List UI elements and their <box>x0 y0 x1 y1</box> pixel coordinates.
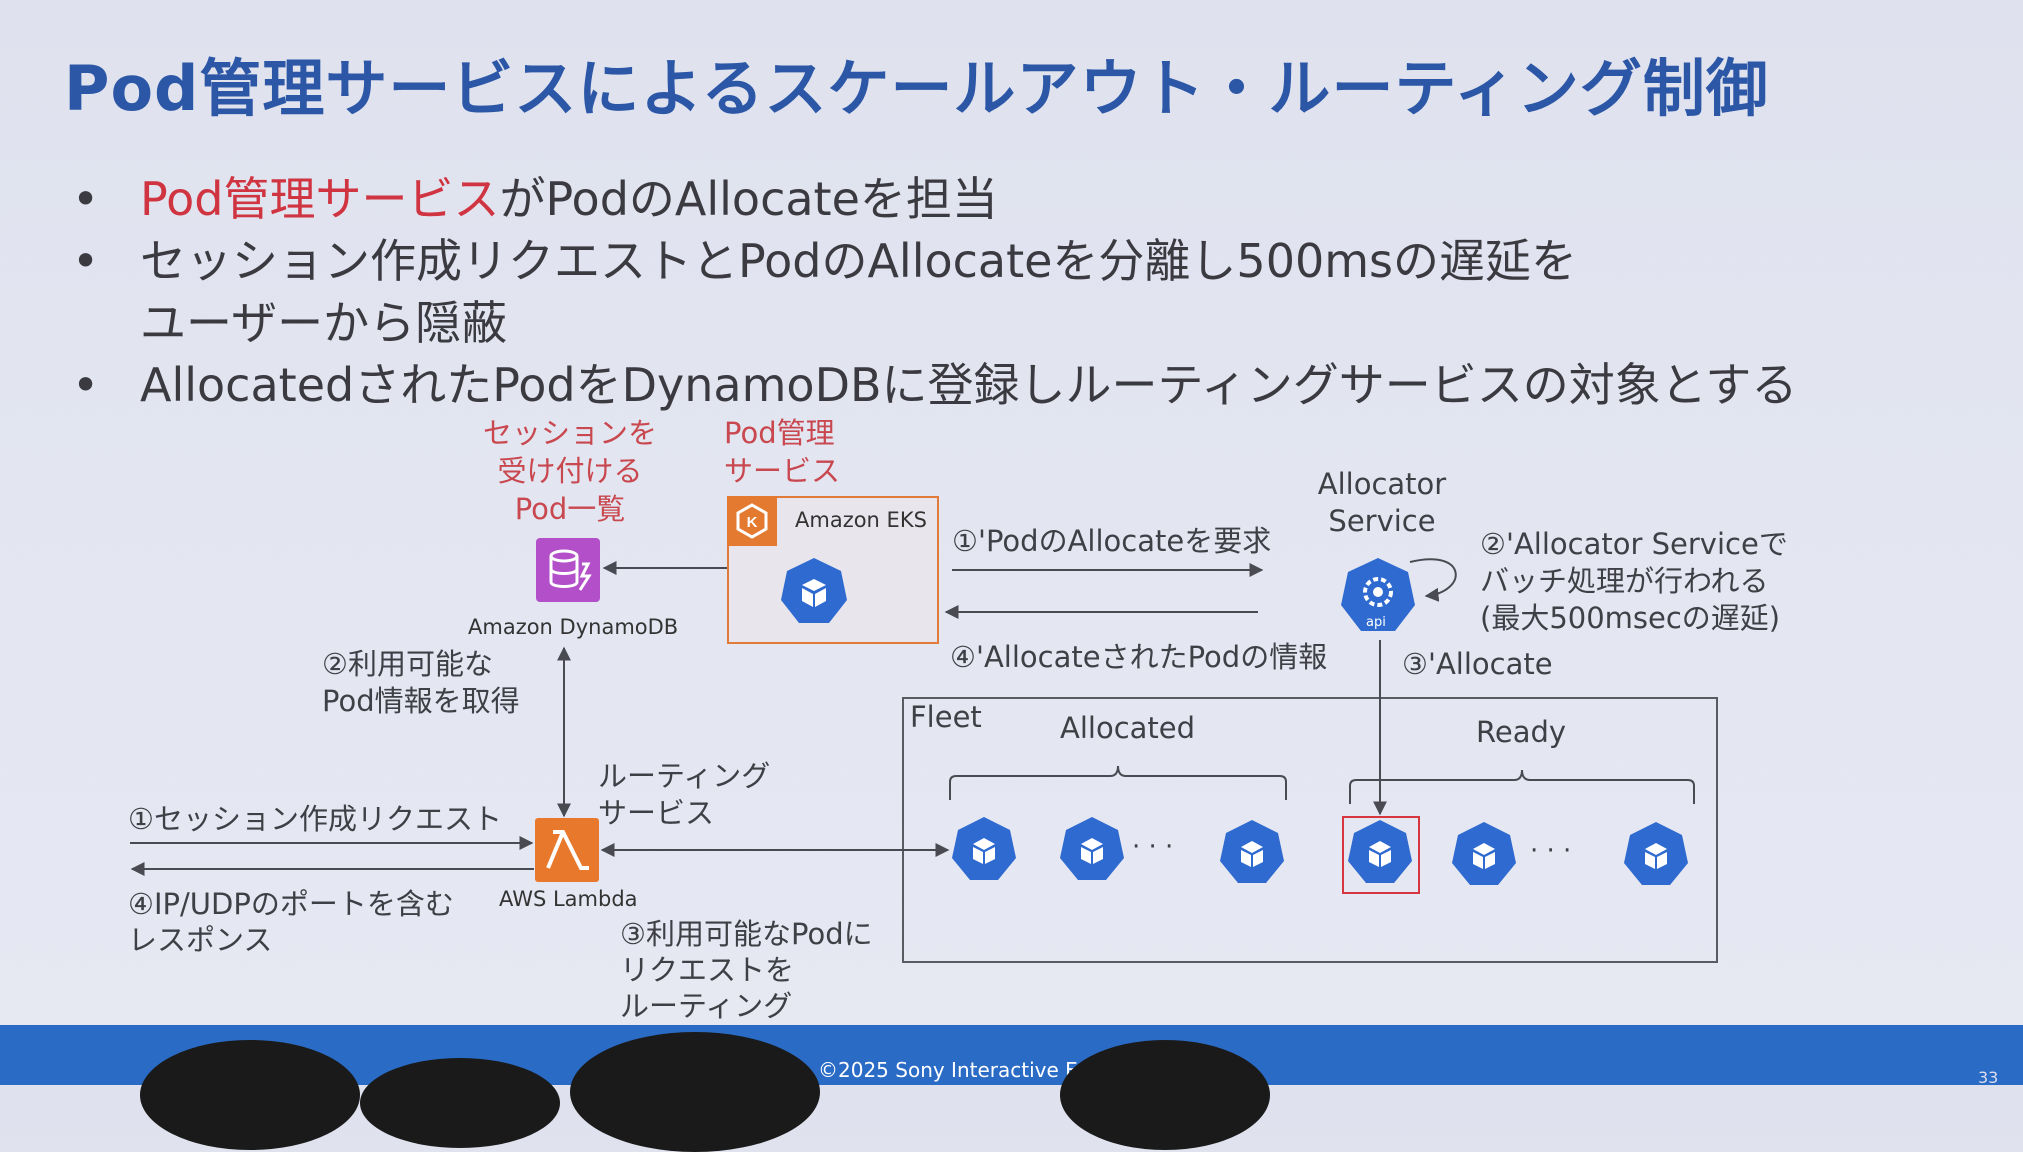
session-pod-list-label: セッションを 受け付ける Pod一覧 <box>470 414 670 528</box>
api-label: api <box>1366 615 1386 630</box>
step-3-line-1: ③利用可能なPodに <box>620 917 873 951</box>
kubernetes-pod-icon <box>1220 820 1284 883</box>
audience-head <box>140 1040 360 1150</box>
routing-service-label: ルーティング サービス <box>598 758 770 832</box>
allocated-brace <box>949 765 1287 800</box>
step-2-line-1: ②利用可能な <box>322 647 493 681</box>
step-3-label: ③利用可能なPodに リクエストを ルーティング <box>620 916 873 1024</box>
step-3p-label: ③'Allocate <box>1402 647 1553 681</box>
ready-ellipsis: · · · <box>1530 836 1572 866</box>
pod-mgmt-service-label: Pod管理 サービス <box>724 414 840 490</box>
allocated-ellipsis: · · · <box>1132 832 1174 862</box>
step-2p-line-2: バッチ処理が行われる <box>1480 564 1769 598</box>
session-pod-list-line-3: Pod一覧 <box>514 492 626 526</box>
allocated-label: Allocated <box>1060 711 1196 745</box>
allocator-line-1: Allocator <box>1317 467 1447 501</box>
fleet-label: Fleet <box>910 700 982 734</box>
allocator-service-label: Allocator Service <box>1310 466 1454 540</box>
routing-line-1: ルーティング <box>598 759 771 793</box>
routing-line-2: サービス <box>598 796 715 830</box>
ready-brace <box>1349 769 1695 804</box>
step-2p-line-3: (最大500msecの遅延) <box>1480 601 1781 635</box>
kubernetes-pod-icon <box>1348 820 1412 883</box>
step-2p-label: ②'Allocator Serviceで バッチ処理が行われる (最大500ms… <box>1480 526 1788 637</box>
step-4-line-2: レスポンス <box>128 923 273 957</box>
kubernetes-pod-icon <box>952 817 1016 880</box>
kubernetes-pod-icon <box>781 558 847 623</box>
session-pod-list-line-1: セッションを <box>482 416 657 450</box>
step-3-line-3: ルーティング <box>620 989 793 1023</box>
audience-head <box>360 1058 560 1148</box>
audience-head <box>570 1032 820 1152</box>
kubernetes-pod-icon <box>1060 817 1124 880</box>
step-1-label: ①セッション作成リクエスト <box>128 802 502 836</box>
session-pod-list-line-2: 受け付ける <box>497 454 643 488</box>
copyright-text: ©2025 Sony Interactive Ent <box>818 1058 1099 1082</box>
pod-mgmt-line-2: サービス <box>724 454 841 488</box>
step-4-line-1: ④IP/UDPのポートを含む <box>128 887 454 921</box>
ready-label: Ready <box>1476 715 1567 749</box>
kubernetes-pod-icon <box>1452 822 1516 885</box>
step-4-label: ④IP/UDPのポートを含む レスポンス <box>128 886 454 958</box>
kubernetes-pod-icon <box>1624 822 1688 885</box>
step-1p-label: ①'PodのAllocateを要求 <box>952 524 1272 558</box>
audience-head <box>1060 1040 1270 1150</box>
pod-mgmt-line-1: Pod管理 <box>724 416 835 450</box>
allocator-line-2: Service <box>1328 504 1436 538</box>
step-2-line-2: Pod情報を取得 <box>322 684 520 718</box>
page-number: 33 <box>1978 1068 1999 1087</box>
step-3-line-2: リクエストを <box>620 953 795 987</box>
step-4p-label: ④'AllocateされたPodの情報 <box>950 640 1328 674</box>
step-2p-line-1: ②'Allocator Serviceで <box>1480 527 1788 561</box>
step-2-label: ②利用可能な Pod情報を取得 <box>322 646 520 720</box>
